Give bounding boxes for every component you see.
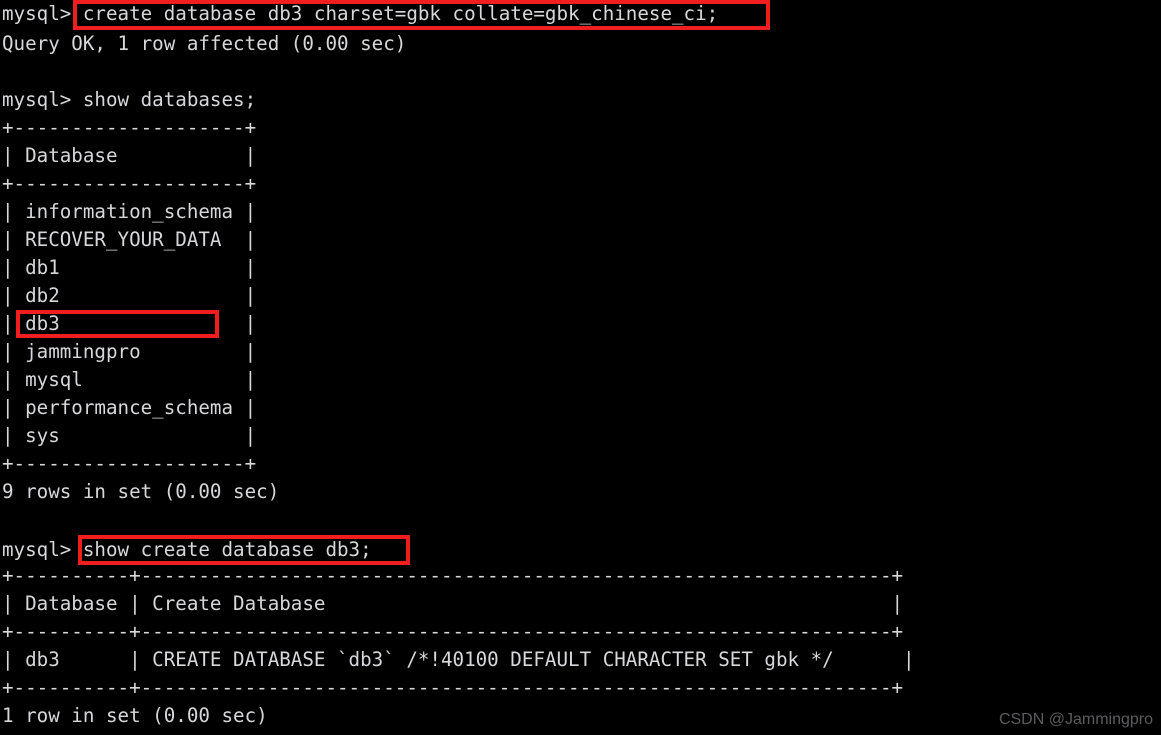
- terminal-line: +--------------------+: [2, 172, 257, 195]
- terminal-line: mysql> show create database db3;: [2, 538, 372, 561]
- terminal-line: | sys |: [2, 424, 257, 447]
- terminal-line: mysql> create database db3 charset=gbk c…: [2, 2, 719, 25]
- terminal-window: mysql> create database db3 charset=gbk c…: [0, 0, 1161, 735]
- terminal-line: +--------------------+: [2, 452, 257, 475]
- terminal-line: mysql> show databases;: [2, 88, 257, 111]
- terminal-line: +----------+----------------------------…: [2, 620, 904, 643]
- terminal-line: +----------+----------------------------…: [2, 564, 904, 587]
- terminal-line: +----------+----------------------------…: [2, 676, 904, 699]
- terminal-line: | db3 | CREATE DATABASE `db3` /*!40100 D…: [2, 648, 915, 671]
- terminal-line: | performance_schema |: [2, 396, 257, 419]
- terminal-line: | db1 |: [2, 256, 257, 279]
- terminal-line: | db3 |: [2, 312, 257, 335]
- terminal-line: Query OK, 1 row affected (0.00 sec): [2, 32, 407, 55]
- terminal-line: | Database | Create Database |: [2, 592, 904, 615]
- terminal-line: | db2 |: [2, 284, 257, 307]
- terminal-line: | mysql |: [2, 368, 257, 391]
- terminal-line: | information_schema |: [2, 200, 257, 223]
- terminal-line: 9 rows in set (0.00 sec): [2, 480, 280, 503]
- terminal-line: +--------------------+: [2, 116, 257, 139]
- terminal-line: | RECOVER_YOUR_DATA |: [2, 228, 257, 251]
- watermark: CSDN @Jammingpro: [998, 711, 1153, 728]
- terminal-line: 1 row in set (0.00 sec): [2, 704, 268, 727]
- terminal-line: | Database |: [2, 144, 257, 167]
- terminal-line: | jammingpro |: [2, 340, 257, 363]
